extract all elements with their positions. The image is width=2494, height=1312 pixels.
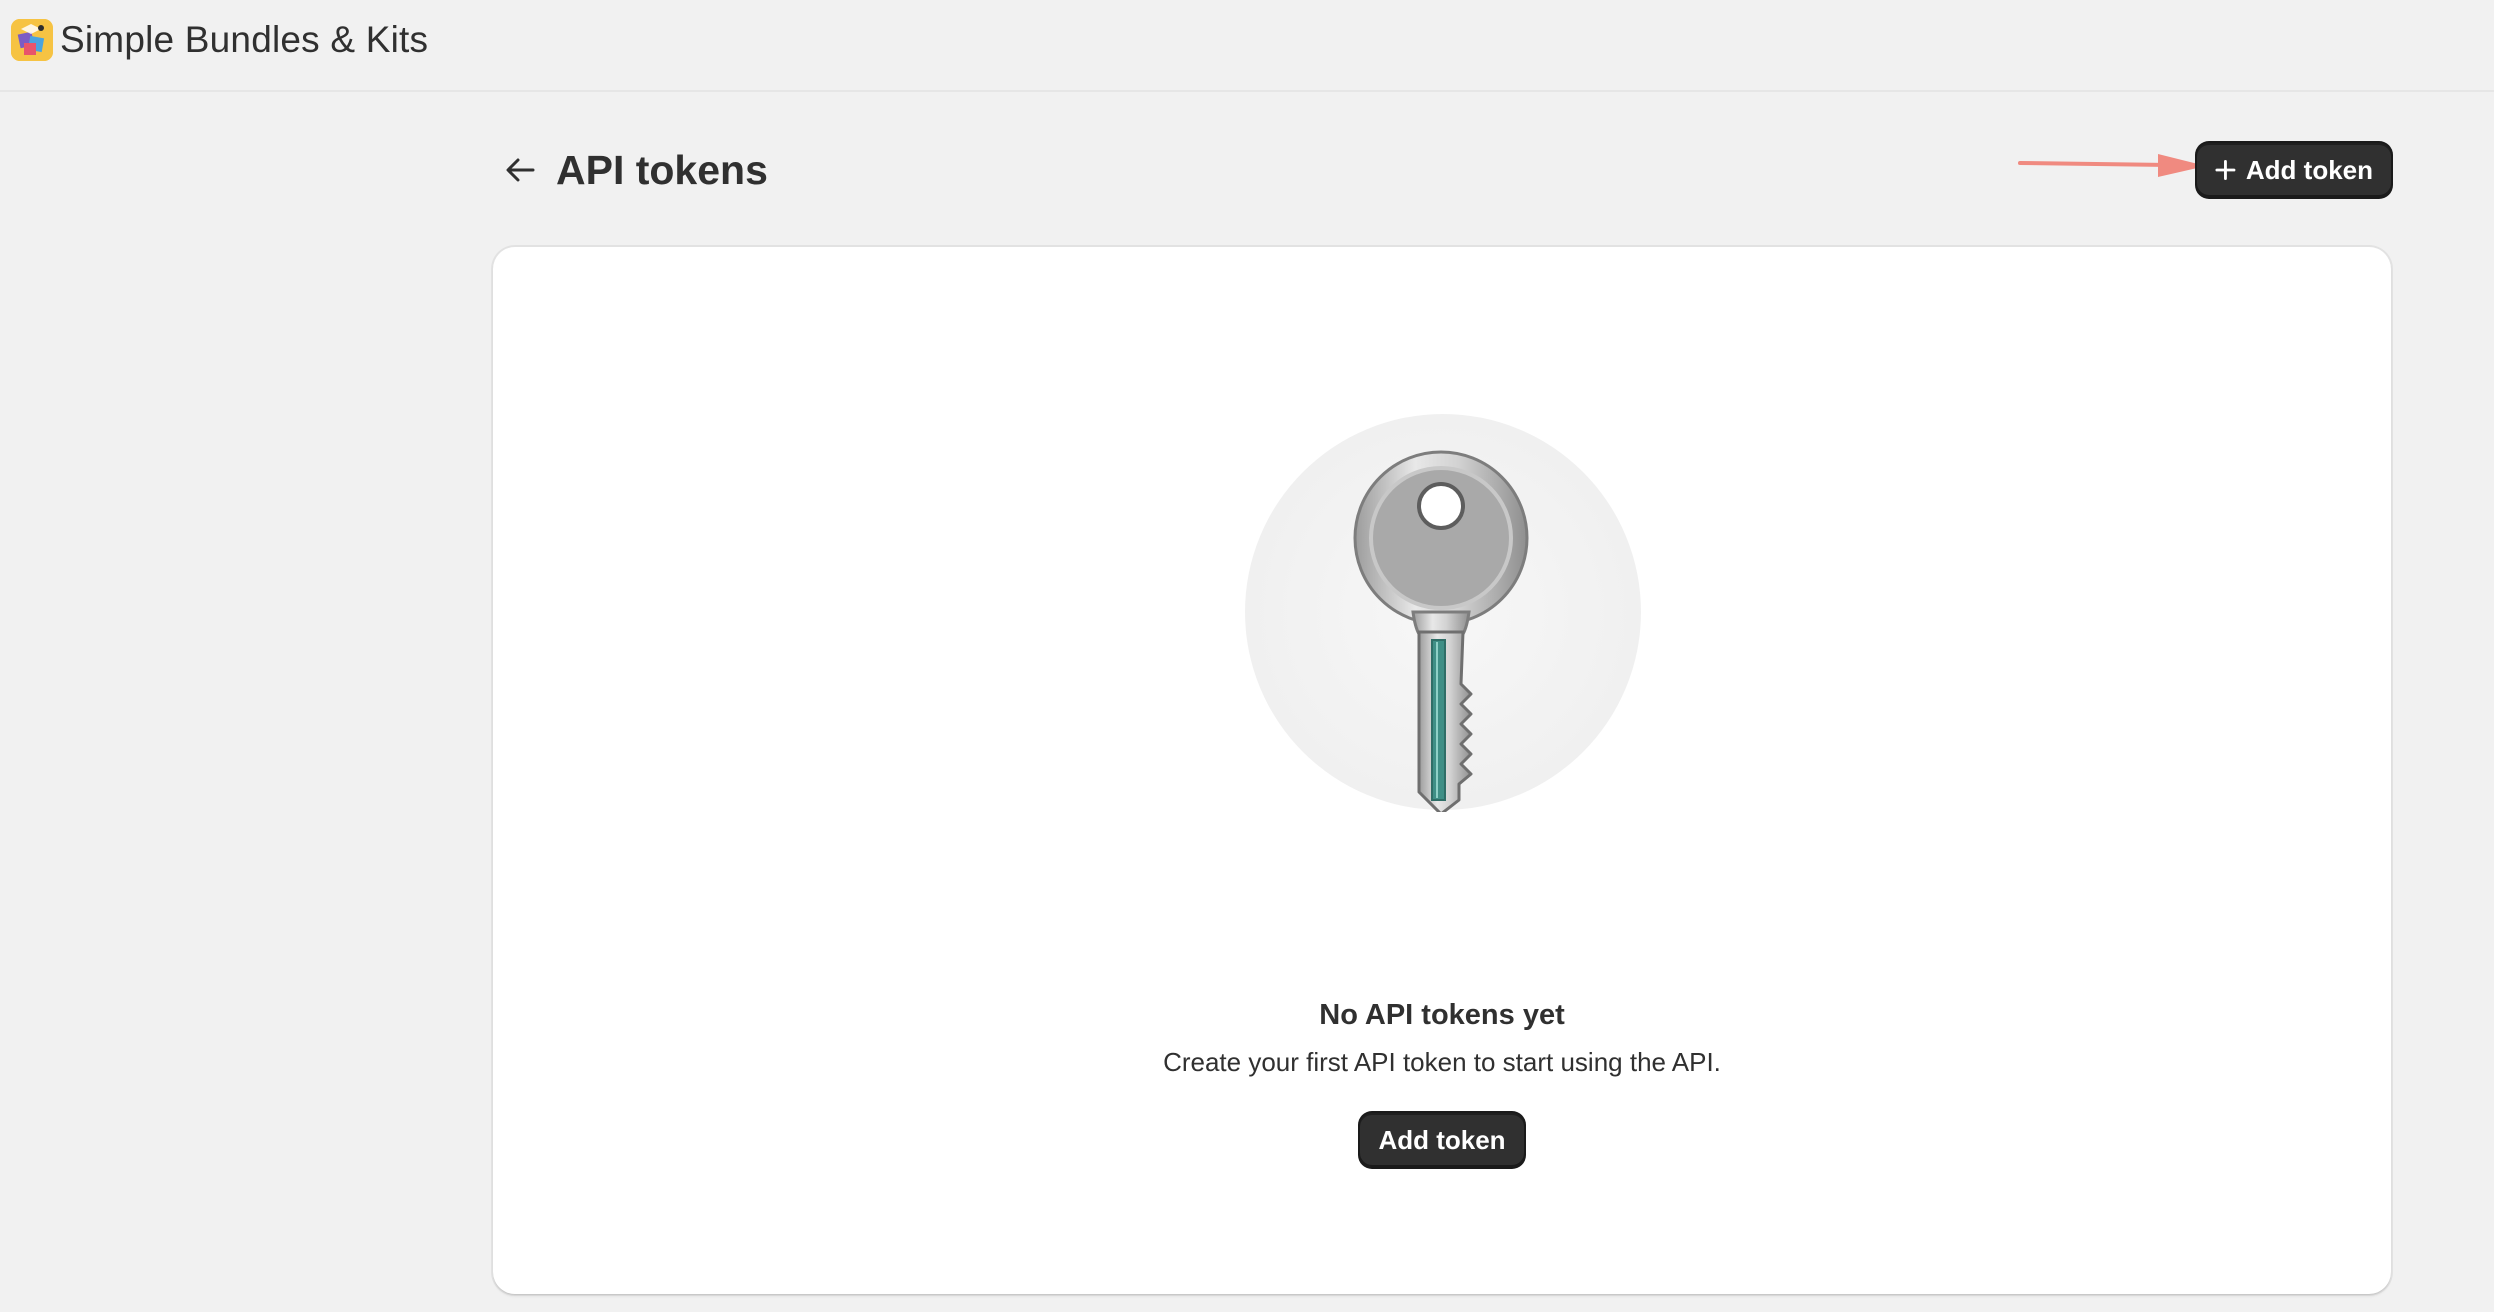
app-top-bar: Simple Bundles & Kits	[0, 0, 2494, 92]
annotation-arrow	[2018, 154, 2206, 177]
empty-state-add-token-button[interactable]: Add token	[1360, 1113, 1524, 1167]
arrow-left-icon	[506, 158, 535, 182]
empty-state-add-token-label: Add token	[1378, 1124, 1506, 1155]
tokens-card: No API tokens yet Create your first API …	[493, 247, 2391, 1294]
empty-state-heading: No API tokens yet	[1319, 999, 1565, 1031]
app-title: Simple Bundles & Kits	[60, 19, 429, 60]
empty-state-description: Create your first API token to start usi…	[1163, 1047, 1721, 1077]
page-title: API tokens	[556, 147, 768, 193]
back-button[interactable]	[498, 150, 542, 190]
key-illustration	[1245, 414, 1641, 812]
add-token-button[interactable]: Add token	[2197, 143, 2391, 197]
plus-icon	[2215, 160, 2236, 180]
add-token-button-label: Add token	[2245, 154, 2373, 185]
bundle-box-logo-icon	[11, 19, 53, 61]
